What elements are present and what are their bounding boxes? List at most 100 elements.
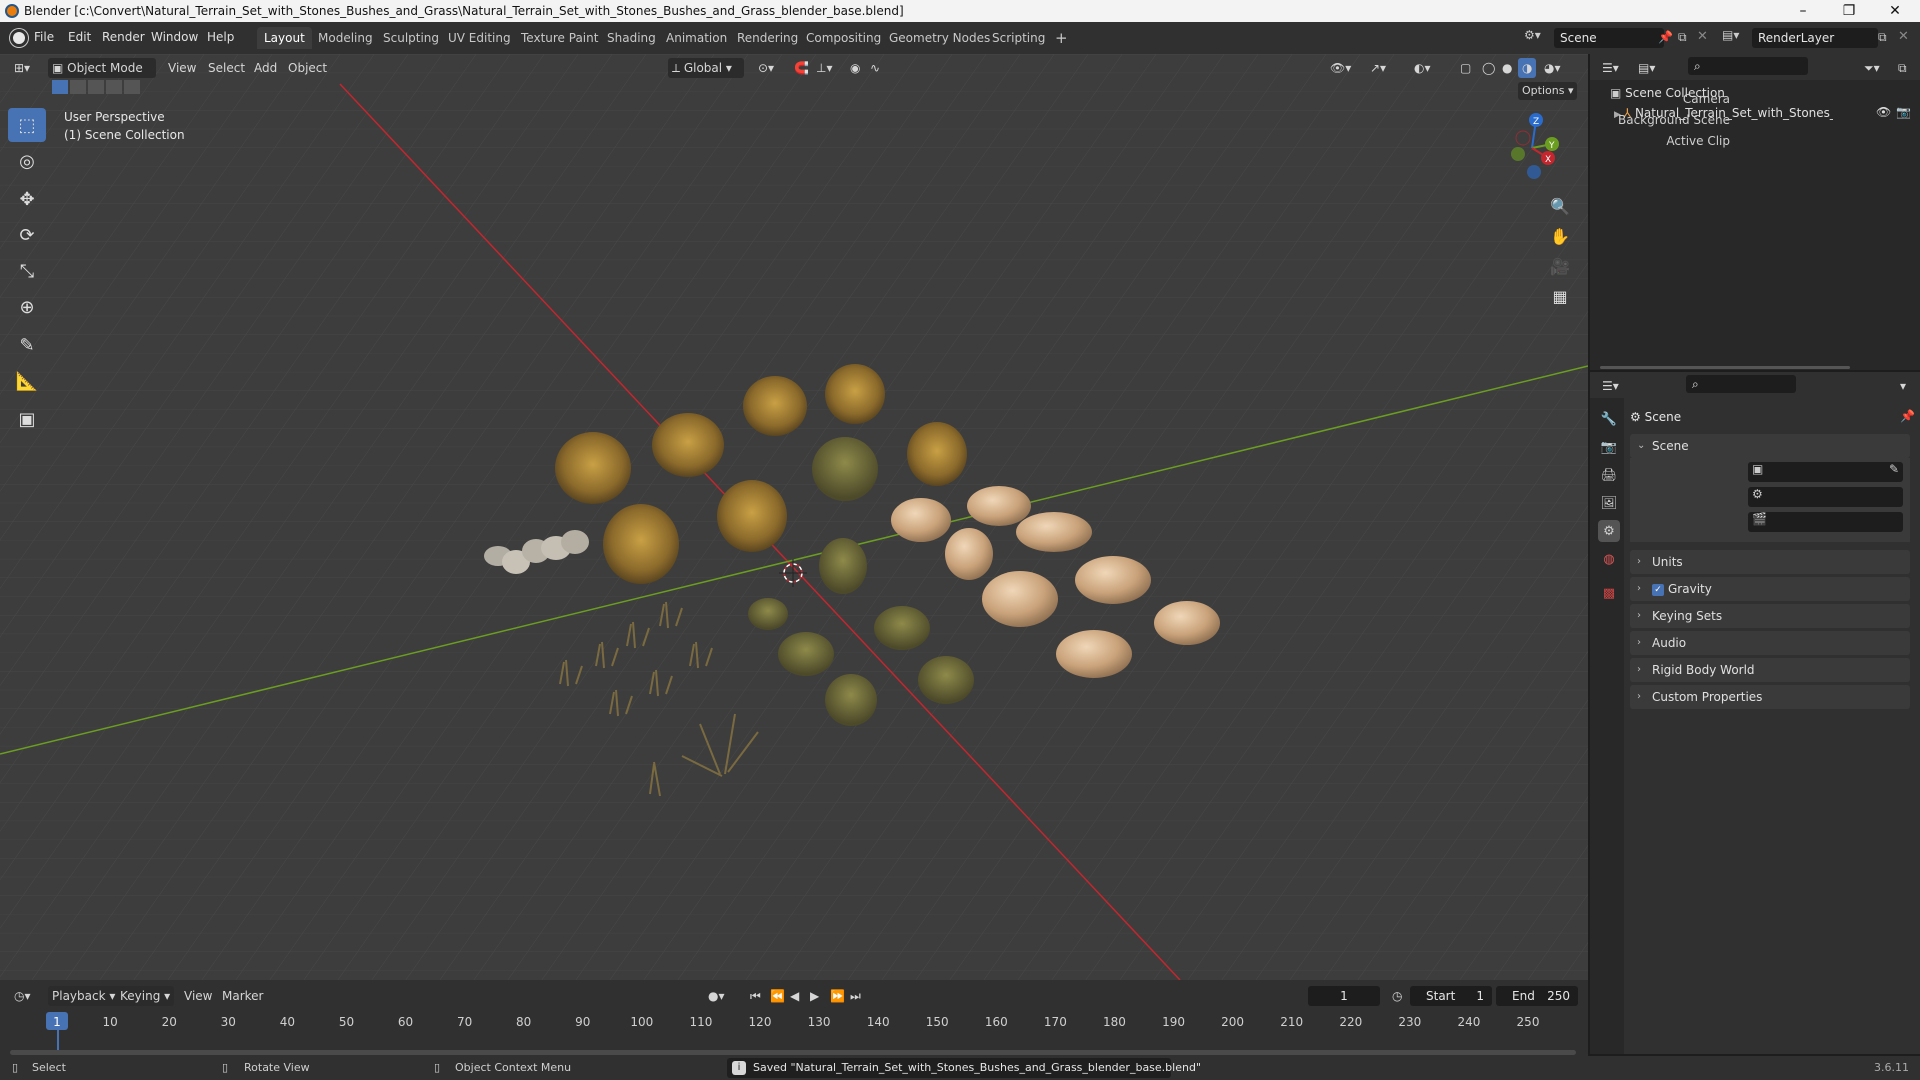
output-tab[interactable]: 🖨 bbox=[1598, 464, 1620, 486]
wireframe-shading-icon[interactable]: ◯ bbox=[1478, 58, 1499, 78]
view-layer-browse-icon[interactable]: ▤▾ bbox=[1722, 28, 1739, 42]
tab-texture-paint[interactable]: Texture Paint bbox=[514, 27, 605, 49]
timeline-scrollbar[interactable] bbox=[10, 1050, 1576, 1055]
jump-end-icon[interactable]: ⏭ bbox=[846, 986, 865, 1006]
menu-edit[interactable]: Edit bbox=[68, 30, 91, 44]
delete-scene-icon[interactable]: ✕ bbox=[1697, 29, 1708, 44]
overlay-toggle-icon[interactable]: ◐▾ bbox=[1410, 58, 1435, 78]
snap-icon[interactable]: 🧲 bbox=[790, 58, 813, 78]
tab-geometry-nodes[interactable]: Geometry Nodes bbox=[882, 27, 997, 49]
rotate-tool[interactable]: ⟳ bbox=[8, 218, 46, 252]
scene-browse-icon[interactable]: ⚙▾ bbox=[1524, 28, 1554, 48]
scene-panel-header[interactable]: ⌄ Scene bbox=[1630, 434, 1910, 458]
jump-start-icon[interactable]: ⏮ bbox=[746, 986, 765, 1006]
outliner-editor-type-icon[interactable]: ☰▾ bbox=[1598, 58, 1623, 78]
zoom-icon[interactable]: 🔍 bbox=[1546, 192, 1574, 220]
menu-file[interactable]: File bbox=[34, 30, 54, 44]
scene-name-field[interactable]: Scene bbox=[1554, 28, 1664, 48]
preview-range-icon[interactable]: ◷ bbox=[1388, 986, 1406, 1006]
tab-animation[interactable]: Animation bbox=[659, 27, 734, 49]
tab-scripting[interactable]: Scripting bbox=[985, 27, 1052, 49]
active-clip-field[interactable]: 🎬 bbox=[1748, 512, 1903, 532]
proportional-edit-icon[interactable]: ◉ bbox=[846, 58, 864, 78]
add-workspace-button[interactable]: + bbox=[1048, 27, 1075, 49]
audio-panel-header[interactable]: › Audio bbox=[1630, 631, 1910, 655]
camera-view-icon[interactable]: 🎥 bbox=[1546, 252, 1574, 280]
pin-icon[interactable]: 📌 bbox=[1900, 409, 1915, 423]
gravity-checkbox[interactable]: ✓ bbox=[1652, 583, 1664, 596]
timeline-menu-marker[interactable]: Marker bbox=[218, 986, 267, 1006]
new-view-layer-icon[interactable]: ⧉ bbox=[1878, 30, 1887, 45]
tab-compositing[interactable]: Compositing bbox=[799, 27, 888, 49]
pivot-icon[interactable]: ⊙▾ bbox=[754, 58, 778, 78]
view-layer-tab[interactable]: 🖼 bbox=[1598, 492, 1620, 514]
texture-tab[interactable]: ▩ bbox=[1598, 582, 1620, 604]
render-tab[interactable]: 📷 bbox=[1598, 436, 1620, 458]
tab-sculpting[interactable]: Sculpting bbox=[376, 27, 446, 49]
measure-tool[interactable]: 📐 bbox=[8, 364, 46, 398]
pin-icon[interactable]: 📌 bbox=[1658, 30, 1673, 44]
timeline-menu-view[interactable]: View bbox=[180, 986, 216, 1006]
remove-view-layer-icon[interactable]: ✕ bbox=[1898, 29, 1909, 44]
world-tab[interactable]: ◍ bbox=[1598, 548, 1620, 570]
current-frame-field[interactable]: 1 bbox=[1308, 986, 1380, 1006]
tab-shading[interactable]: Shading bbox=[600, 27, 663, 49]
gravity-panel-header[interactable]: › ✓ Gravity bbox=[1630, 577, 1910, 601]
annotate-tool[interactable]: ✎ bbox=[8, 328, 46, 362]
menu-object[interactable]: Object bbox=[284, 58, 331, 78]
units-panel-header[interactable]: › Units bbox=[1630, 550, 1910, 574]
pan-icon[interactable]: ✋ bbox=[1546, 222, 1574, 250]
maximize-button[interactable]: ❐ bbox=[1834, 2, 1864, 20]
playback-dropdown[interactable]: Playback ▾ bbox=[48, 986, 120, 1006]
properties-editor-type-icon[interactable]: ☰▾ bbox=[1598, 376, 1623, 396]
tool-tab[interactable]: 🔧 bbox=[1598, 408, 1620, 430]
snap-target-icon[interactable]: ⊥▾ bbox=[812, 58, 836, 78]
rigid-body-world-panel-header[interactable]: › Rigid Body World bbox=[1630, 658, 1910, 682]
menu-help[interactable]: Help bbox=[207, 30, 234, 44]
camera-field[interactable]: ▣ ✎ bbox=[1748, 462, 1903, 482]
play-icon[interactable]: ▶ bbox=[806, 986, 823, 1006]
xray-icon[interactable]: ▢ bbox=[1456, 58, 1475, 78]
material-shading-icon[interactable]: ◑ bbox=[1518, 58, 1537, 78]
editor-type-icon[interactable]: ⊞▾ bbox=[10, 58, 34, 78]
tab-uv-editing[interactable]: UV Editing bbox=[441, 27, 518, 49]
move-tool[interactable]: ✥ bbox=[8, 182, 46, 216]
new-collection-icon[interactable]: ⧉ bbox=[1894, 58, 1911, 78]
keying-dropdown[interactable]: Keying ▾ bbox=[116, 986, 175, 1006]
minimize-button[interactable]: – bbox=[1788, 2, 1818, 20]
outliner-scrollbar[interactable] bbox=[1600, 366, 1850, 369]
add-cube-tool[interactable]: ▣ bbox=[8, 402, 46, 436]
select-box-tool[interactable]: ⬚ bbox=[8, 108, 46, 142]
eyedropper-icon[interactable]: ✎ bbox=[1889, 462, 1899, 476]
display-mode-icon[interactable]: ▤▾ bbox=[1634, 58, 1659, 78]
auto-keying-icon[interactable]: ●▾ bbox=[704, 986, 729, 1006]
keying-sets-panel-header[interactable]: › Keying Sets bbox=[1630, 604, 1910, 628]
tab-rendering[interactable]: Rendering bbox=[730, 27, 805, 49]
start-frame-field[interactable]: Start 1 bbox=[1410, 986, 1492, 1006]
outliner-search-input[interactable]: ⌕ bbox=[1688, 57, 1808, 75]
3d-viewport[interactable]: User Perspective (1) Scene Collection ⬚ … bbox=[0, 54, 1588, 980]
mode-dropdown[interactable]: ▣ Object Mode ▾ bbox=[48, 58, 156, 95]
view-layer-field[interactable]: RenderLayer bbox=[1752, 28, 1878, 48]
properties-options-icon[interactable]: ▾ bbox=[1896, 376, 1910, 396]
visibility-icon[interactable]: 👁▾ bbox=[1326, 58, 1355, 78]
blender-menu-icon[interactable] bbox=[10, 29, 28, 47]
menu-select[interactable]: Select bbox=[204, 58, 249, 78]
navigation-gizmo[interactable]: Z Y X bbox=[1490, 110, 1570, 190]
menu-window[interactable]: Window bbox=[151, 30, 198, 44]
menu-add[interactable]: Add bbox=[250, 58, 281, 78]
cursor-tool[interactable]: ◎ bbox=[8, 144, 46, 178]
solid-shading-icon[interactable]: ● bbox=[1498, 58, 1516, 78]
scene-tab[interactable]: ⚙ bbox=[1598, 520, 1620, 542]
rendered-shading-icon[interactable]: ◕▾ bbox=[1540, 58, 1565, 78]
new-scene-icon[interactable]: ⧉ bbox=[1678, 30, 1687, 45]
orientation-dropdown[interactable]: ⟂ Global ▾ bbox=[668, 58, 744, 78]
menu-view[interactable]: View bbox=[164, 58, 200, 78]
gizmo-toggle-icon[interactable]: ↗▾ bbox=[1366, 58, 1390, 78]
tab-layout[interactable]: Layout bbox=[257, 27, 312, 49]
properties-search-input[interactable]: ⌕ bbox=[1686, 375, 1796, 393]
end-frame-field[interactable]: End 250 bbox=[1496, 986, 1578, 1006]
tab-modeling[interactable]: Modeling bbox=[311, 27, 380, 49]
scale-tool[interactable]: ⤡ bbox=[8, 254, 46, 288]
menu-render[interactable]: Render bbox=[102, 30, 145, 44]
